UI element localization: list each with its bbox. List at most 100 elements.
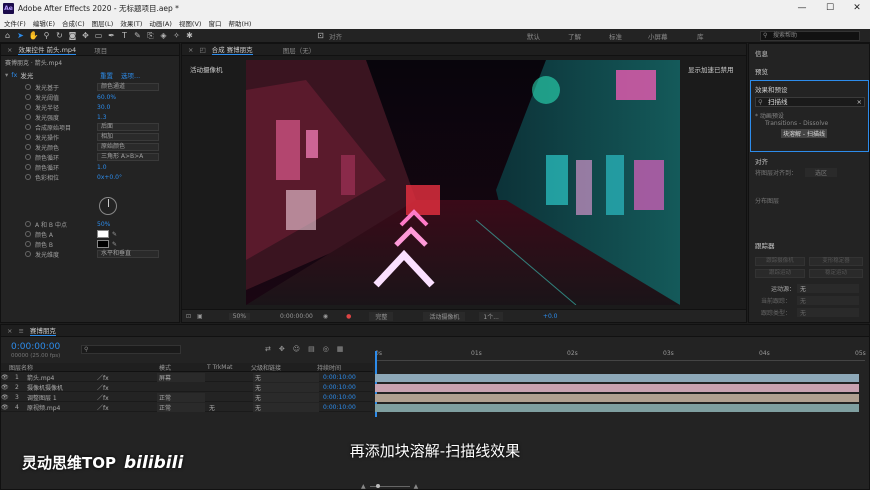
property-dropdown[interactable]: 相加 xyxy=(97,133,159,141)
frame-blend-icon[interactable]: ▤ xyxy=(308,345,315,355)
property-value[interactable]: 1.3 xyxy=(97,114,107,121)
maximize-button[interactable]: ☐ xyxy=(816,0,844,16)
workspace-default[interactable]: 默认 xyxy=(527,31,540,41)
property-dropdown[interactable]: 后面 xyxy=(97,123,159,131)
align-panel-title[interactable]: 对齐 xyxy=(755,156,768,166)
stopwatch-icon[interactable] xyxy=(25,124,31,130)
eyedropper-icon[interactable]: ✎ xyxy=(112,231,117,238)
zoom-slider-handle[interactable] xyxy=(375,483,380,488)
rectangle-tool-icon[interactable]: ▭ xyxy=(93,30,104,41)
property-value[interactable]: 0x+0.0° xyxy=(97,174,122,181)
motion-blur-icon[interactable]: ◎ xyxy=(323,345,329,355)
layer-duration-bar[interactable] xyxy=(375,374,859,382)
layer-switches[interactable]: ／fx xyxy=(97,373,157,382)
expand-arrow-icon[interactable]: ▾ xyxy=(5,71,8,79)
close-icon[interactable]: × xyxy=(7,327,12,335)
current-track-select[interactable]: 无 xyxy=(797,296,859,305)
layer-duration-bar[interactable] xyxy=(375,404,859,412)
menu-animation[interactable]: 动画(A) xyxy=(149,18,172,28)
clone-tool-icon[interactable]: ⎘ xyxy=(145,30,156,41)
tracker-panel-title[interactable]: 跟踪器 xyxy=(755,240,775,250)
minimize-button[interactable]: — xyxy=(788,0,816,16)
timeline-search-input[interactable]: ⚲ xyxy=(81,345,181,354)
eyedropper-icon[interactable]: ✎ xyxy=(112,241,117,248)
stopwatch-icon[interactable] xyxy=(25,84,31,90)
menu-file[interactable]: 文件(F) xyxy=(4,18,26,28)
stopwatch-icon[interactable] xyxy=(25,114,31,120)
close-icon[interactable]: × xyxy=(7,46,12,54)
resolution-select[interactable]: 完整 xyxy=(369,311,394,321)
track-camera-button[interactable]: 跟踪摄像机 xyxy=(755,257,805,266)
timeline-timecode[interactable]: 0:00:00:00 xyxy=(11,342,60,352)
layer-duration[interactable]: 0:00:10:00 xyxy=(323,374,373,381)
color-swatch[interactable] xyxy=(97,230,109,238)
menu-icon[interactable]: ≡ xyxy=(18,327,23,335)
layer-number[interactable]: 2 xyxy=(15,384,27,391)
tab-composition[interactable]: 合成 赛博朋克 xyxy=(211,44,253,55)
layer-mode[interactable]: 正常 xyxy=(157,402,205,412)
snap-icon[interactable]: ⊡ xyxy=(315,30,326,41)
roto-tool-icon[interactable]: ✧ xyxy=(171,30,182,41)
layer-name[interactable]: 原视频.mp4 xyxy=(27,403,97,412)
tree-animation-presets[interactable]: * 动画预设 xyxy=(755,111,784,120)
layer-duration-bar[interactable] xyxy=(375,394,859,402)
time-ruler[interactable]: 0s 01s 02s 03s 04s 05s xyxy=(375,347,866,361)
rotate-tool-icon[interactable]: ↻ xyxy=(54,30,65,41)
zoom-select[interactable]: 50% xyxy=(228,312,251,320)
layer-trkmat[interactable]: 无 xyxy=(209,403,253,412)
lock-icon[interactable]: ◰ xyxy=(199,46,205,54)
layer-number[interactable]: 3 xyxy=(15,394,27,401)
tab-effect-controls[interactable]: 效果控件 前头.mp4 xyxy=(18,44,77,55)
col-parent[interactable]: 父级和链接 xyxy=(251,363,317,372)
composition-viewer-image[interactable] xyxy=(246,60,680,305)
col-mode[interactable]: 模式 xyxy=(159,363,207,372)
track-motion-button[interactable]: 跟踪运动 xyxy=(755,269,805,278)
type-tool-icon[interactable]: T xyxy=(119,30,130,41)
property-dropdown[interactable]: 原始颜色 xyxy=(97,143,159,151)
pan-behind-tool-icon[interactable]: ✥ xyxy=(80,30,91,41)
layer-duration[interactable]: 0:00:10:00 xyxy=(323,394,373,401)
layer-visibility-icon[interactable]: 👁 xyxy=(1,394,15,401)
layer-duration-bar[interactable] xyxy=(375,384,859,392)
layer-mode[interactable]: 正常 xyxy=(157,392,205,402)
layer-parent[interactable]: 无 xyxy=(253,392,319,402)
layer-duration[interactable]: 0:00:10:00 xyxy=(323,384,373,391)
layer-number[interactable]: 1 xyxy=(15,374,27,381)
timecode-display[interactable]: 0:00:00:00 xyxy=(280,313,313,320)
property-value[interactable]: 60.0% xyxy=(97,94,116,101)
fx-icon[interactable]: fx xyxy=(11,71,17,79)
workspace-libraries[interactable]: 库 xyxy=(697,31,704,41)
table-row[interactable]: 👁 2 摄像机摄像机 ／fx 无 0:00:10:00 xyxy=(1,382,373,392)
stopwatch-icon[interactable] xyxy=(25,174,31,180)
layer-parent[interactable]: 无 xyxy=(253,402,319,412)
workspace-standard[interactable]: 标准 xyxy=(609,31,622,41)
stopwatch-icon[interactable] xyxy=(25,154,31,160)
tab-layer[interactable]: 图层（无） xyxy=(283,45,316,55)
table-row[interactable]: 👁 1 箭头.mp4 ／fx 屏幕 无 0:00:10:00 xyxy=(1,372,373,382)
layer-visibility-icon[interactable]: 👁 xyxy=(1,404,15,411)
col-layer-name[interactable]: 图层名称 xyxy=(9,363,159,372)
effects-search-input[interactable]: ⚲ 扫描线 × xyxy=(755,97,865,107)
views-select[interactable]: 1个... xyxy=(479,311,503,321)
layer-name[interactable]: 箭头.mp4 xyxy=(27,373,97,382)
camera-select[interactable]: 活动摄像机 xyxy=(423,311,466,321)
table-row[interactable]: 👁 4 原视频.mp4 ／fx 正常无无 0:00:10:00 xyxy=(1,402,373,412)
layer-parent[interactable]: 无 xyxy=(253,382,319,392)
options-link[interactable]: 选项... xyxy=(121,70,140,80)
menu-effect[interactable]: 效果(T) xyxy=(120,18,142,28)
reset-link[interactable]: 重置 xyxy=(100,70,113,80)
layer-number[interactable]: 4 xyxy=(15,404,27,411)
puppet-tool-icon[interactable]: ✱ xyxy=(184,30,195,41)
menu-layer[interactable]: 图层(L) xyxy=(92,18,114,28)
effects-presets-title[interactable]: 效果和预设 xyxy=(755,84,788,94)
layer-visibility-icon[interactable]: 👁 xyxy=(1,374,15,381)
selection-tool-icon[interactable]: ➤ xyxy=(15,30,26,41)
property-value[interactable]: 1.0 xyxy=(97,164,107,171)
menu-edit[interactable]: 编辑(E) xyxy=(33,18,55,28)
search-help-input[interactable]: ⚲ 搜索帮助 xyxy=(760,31,860,41)
tab-project[interactable]: 项目 xyxy=(94,45,107,55)
camera-tool-icon[interactable]: ◙ xyxy=(67,30,78,41)
zoom-in-icon[interactable]: ▲ xyxy=(414,483,419,490)
zoom-tool-icon[interactable]: ⚲ xyxy=(41,30,52,41)
preview-panel-title[interactable]: 预览 xyxy=(755,66,768,76)
